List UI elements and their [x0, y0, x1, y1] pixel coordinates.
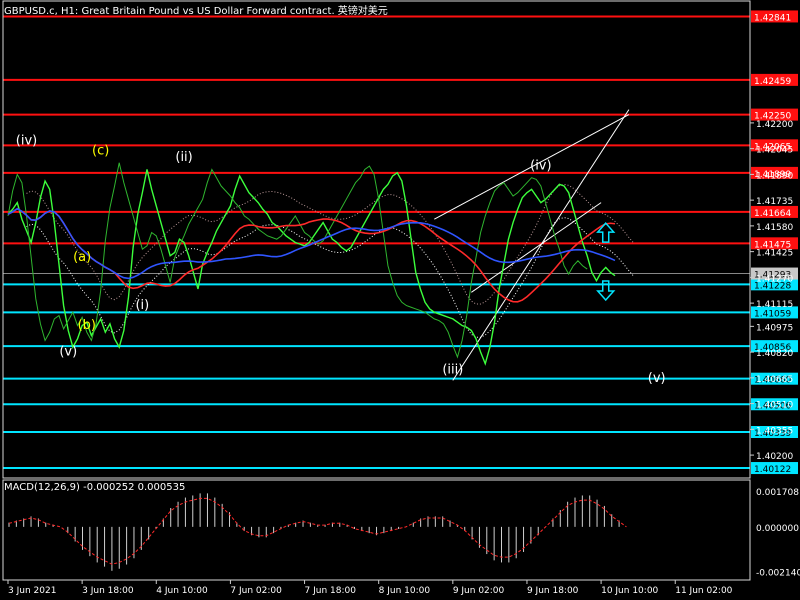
macd-tick-label: 0.000000	[756, 524, 799, 534]
time-tick-label: 4 Jun 10:00	[156, 586, 208, 596]
wave-labels: (iv)(c) (ii)(iv)(a)(i)(b)(v)(iii)(v)	[16, 133, 666, 386]
chart-title: GBPUSD.c, H1: Great Britain Pound vs US …	[4, 6, 388, 17]
macd-panel: 0.001708 0.000000 -0.002140	[2, 479, 800, 581]
price-tick-label: 1.40510	[756, 401, 793, 411]
macd-label: MACD(12,26,9) -0.000252 0.000535	[4, 482, 186, 493]
level-label: 1.42841	[754, 13, 791, 23]
macd-signal-line	[8, 497, 627, 565]
ichimoku-cloud	[26, 183, 634, 338]
price-tick-label: 1.41115	[756, 300, 793, 310]
price-tick-label: 1.40665	[756, 375, 793, 385]
wave-label: (b)	[78, 318, 96, 333]
price-tick-label: 1.41735	[756, 197, 793, 207]
time-tick-label: 9 Jun 02:00	[453, 586, 505, 596]
wave-label: (iii)	[442, 363, 463, 378]
time-tick-label: 7 Jun 18:00	[305, 586, 357, 596]
price-chart: 1.428411.424591.422501.420651.418991.416…	[2, 0, 800, 596]
price-axis: 1.42200 1.42045 1.41890 1.41735 1.41580 1.414…	[2, 0, 793, 479]
price-tick-label: 1.41425	[756, 249, 793, 259]
price-tick-label: 1.40975	[756, 323, 793, 333]
wave-label: (c)	[92, 143, 109, 158]
price-panel-frame	[2, 0, 751, 479]
time-tick-label: 10 Jun 10:00	[601, 586, 658, 596]
moving-averages	[7, 207, 616, 303]
level-label: 1.42459	[754, 77, 791, 87]
time-tick-label: 7 Jun 02:00	[230, 586, 282, 596]
level-label: 1.41664	[754, 209, 791, 219]
wave-label: (iv)	[16, 133, 37, 148]
time-tick-label: 3 Jun 18:00	[82, 586, 134, 596]
price-tick-label: 1.40200	[756, 452, 793, 462]
moving-average-1	[7, 207, 616, 303]
price-line	[7, 169, 616, 366]
horizontal-levels: 1.428411.424591.422501.420651.418991.416…	[3, 10, 798, 475]
macd-tick-label: 0.001708	[756, 488, 799, 498]
time-axis: 3 Jun 2021 3 Jun 18:00 4 Jun 10:00 7 Jun 02…	[7, 580, 733, 596]
macd-tick-label: -0.002140	[756, 569, 800, 579]
price-tick-label: 1.40820	[756, 349, 793, 359]
price-tick-label: 1.42045	[756, 146, 793, 156]
time-tick-label: 3 Jun 2021	[8, 586, 56, 596]
time-tick-label: 11 Jun 02:00	[675, 586, 732, 596]
channel-lower-line	[452, 109, 630, 381]
wave-label: (v)	[648, 371, 666, 386]
time-tick-label: 8 Jun 10:00	[379, 586, 431, 596]
price-tick-label: 1.41580	[756, 223, 793, 233]
wave-label: (iv)	[530, 158, 551, 173]
level-label: 1.40122	[754, 465, 791, 475]
wave-label: (a)	[73, 250, 91, 265]
price-tick-label: 1.41270	[756, 274, 793, 284]
channel-mid-line	[471, 202, 602, 293]
wave-label: (v)	[59, 344, 77, 359]
wave-label: (ii)	[175, 150, 192, 165]
price-tick-label: 1.42200	[756, 120, 793, 130]
time-tick-label: 9 Jun 18:00	[527, 586, 579, 596]
signal-arrows	[596, 222, 616, 302]
price-tick-label: 1.41890	[756, 171, 793, 181]
price-tick-label: 1.40355	[756, 426, 793, 436]
wave-label: (i)	[135, 298, 149, 313]
level-label: 1.41059	[754, 309, 791, 319]
